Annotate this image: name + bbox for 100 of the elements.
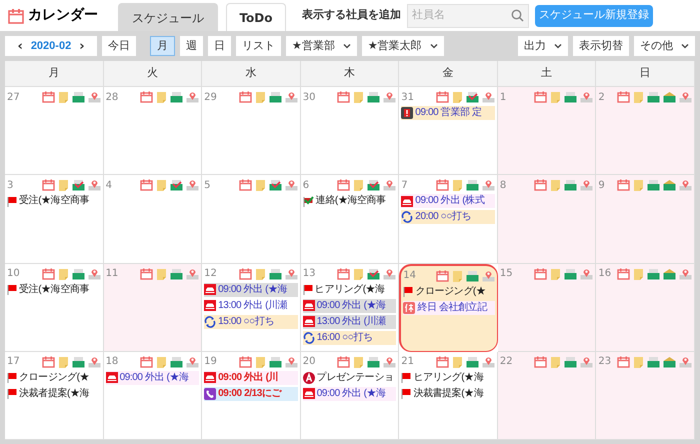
map-pin-icon[interactable] bbox=[284, 268, 298, 280]
envelope-icon[interactable] bbox=[662, 91, 676, 103]
memo-icon[interactable] bbox=[58, 268, 69, 280]
day-cell[interactable]: 14 クロージング(★ 終日 会社創立記 bbox=[399, 264, 498, 352]
map-pin-icon[interactable] bbox=[678, 356, 692, 368]
day-cell[interactable]: 20 プレゼンテーショ 09:00 外出 (★海 bbox=[300, 352, 400, 440]
envelope-icon[interactable] bbox=[646, 356, 660, 368]
map-pin-icon[interactable] bbox=[88, 91, 101, 103]
map-pin-icon[interactable] bbox=[186, 179, 200, 192]
envelope-check-icon[interactable] bbox=[367, 179, 380, 192]
map-pin-icon[interactable] bbox=[482, 179, 495, 192]
map-pin-icon[interactable] bbox=[678, 268, 692, 280]
envelope-icon[interactable] bbox=[170, 356, 184, 368]
map-pin-icon[interactable] bbox=[580, 179, 594, 192]
calendar-event[interactable]: 13:00 外出 (川瀬 bbox=[302, 314, 396, 328]
day-cell[interactable]: 17 クロージング(★ 決裁者提案(★海 bbox=[5, 352, 104, 440]
map-pin-icon[interactable] bbox=[88, 356, 101, 368]
view-tab[interactable]: 週 bbox=[180, 36, 203, 56]
map-pin-icon[interactable] bbox=[580, 356, 594, 368]
filter-dropdown[interactable]: ★営業部 bbox=[286, 36, 357, 56]
day-cell[interactable]: 31 09:00 営業部 定 bbox=[399, 87, 498, 176]
calendar-event[interactable]: 09:00 外出 (★海 bbox=[302, 298, 396, 312]
calendar-icon[interactable] bbox=[337, 268, 350, 280]
envelope-icon[interactable] bbox=[367, 356, 380, 368]
view-tab[interactable]: 日 bbox=[208, 36, 231, 56]
calendar-icon[interactable] bbox=[140, 179, 154, 192]
calendar-icon[interactable] bbox=[140, 268, 154, 280]
calendar-event[interactable]: 終日 会社創立記 bbox=[403, 300, 495, 314]
envelope-icon[interactable] bbox=[662, 268, 676, 280]
memo-icon[interactable] bbox=[254, 91, 266, 103]
calendar-icon[interactable] bbox=[337, 179, 350, 192]
day-cell[interactable]: 7 09:00 外出 (株式 20:00 ○○打ち bbox=[399, 175, 498, 264]
day-cell[interactable]: 6 連絡(★海空商事 bbox=[300, 175, 400, 264]
envelope-icon[interactable] bbox=[72, 268, 85, 280]
day-cell[interactable]: 13 ヒアリング(★海 09:00 外出 (★海 13:00 外出 (川瀬 16:00 ○○打ち bbox=[300, 264, 400, 352]
calendar-event[interactable]: 09:00 外出 (★海 bbox=[106, 370, 200, 385]
envelope-icon[interactable] bbox=[564, 179, 578, 192]
calendar-icon[interactable] bbox=[534, 268, 548, 280]
day-cell[interactable]: 21 ヒアリング(★海 決裁書提案(★海 bbox=[399, 352, 498, 440]
day-cell[interactable]: 19 09:00 外出 (川 09:00 2/13にご bbox=[202, 352, 301, 440]
calendar-icon[interactable] bbox=[436, 91, 449, 103]
envelope-icon[interactable] bbox=[268, 91, 282, 103]
calendar-icon[interactable] bbox=[616, 356, 630, 368]
next-month-button[interactable]: › bbox=[79, 40, 85, 52]
map-pin-icon[interactable] bbox=[383, 268, 396, 280]
envelope-icon[interactable] bbox=[466, 270, 479, 282]
calendar-icon[interactable] bbox=[238, 356, 252, 368]
envelope-icon[interactable] bbox=[646, 268, 660, 280]
map-pin-icon[interactable] bbox=[383, 179, 396, 192]
memo-icon[interactable] bbox=[58, 356, 69, 368]
memo-icon[interactable] bbox=[58, 91, 69, 103]
day-cell[interactable]: 18 09:00 外出 (★海 bbox=[104, 352, 202, 440]
memo-icon[interactable] bbox=[550, 268, 562, 280]
calendar-icon[interactable] bbox=[436, 270, 449, 282]
envelope-check-icon[interactable] bbox=[72, 179, 85, 192]
memo-icon[interactable] bbox=[452, 270, 463, 282]
memo-icon[interactable] bbox=[550, 179, 562, 192]
day-cell[interactable]: 28 bbox=[104, 87, 202, 176]
memo-icon[interactable] bbox=[353, 179, 364, 192]
map-pin-icon[interactable] bbox=[580, 91, 594, 103]
envelope-icon[interactable] bbox=[564, 356, 578, 368]
map-pin-icon[interactable] bbox=[580, 268, 594, 280]
memo-icon[interactable] bbox=[254, 268, 266, 280]
view-tab[interactable]: リスト bbox=[236, 36, 281, 56]
memo-icon[interactable] bbox=[58, 179, 69, 192]
calendar-event[interactable]: 20:00 ○○打ち bbox=[401, 210, 495, 224]
memo-icon[interactable] bbox=[632, 356, 644, 368]
calendar-icon[interactable] bbox=[616, 91, 630, 103]
map-pin-icon[interactable] bbox=[482, 91, 495, 103]
memo-icon[interactable] bbox=[156, 91, 168, 103]
calendar-event[interactable]: 09:00 外出 (株式 bbox=[401, 194, 495, 208]
memo-icon[interactable] bbox=[353, 356, 364, 368]
day-cell[interactable]: 4 bbox=[104, 175, 202, 264]
map-pin-icon[interactable] bbox=[383, 356, 396, 368]
calendar-event[interactable]: 09:00 外出 (川 bbox=[204, 370, 298, 385]
calendar-icon[interactable] bbox=[140, 91, 154, 103]
calendar-event[interactable]: 09:00 2/13にご bbox=[204, 386, 298, 401]
day-cell[interactable]: 30 bbox=[300, 87, 400, 176]
envelope-icon[interactable] bbox=[564, 91, 578, 103]
calendar-icon[interactable] bbox=[534, 179, 548, 192]
memo-icon[interactable] bbox=[452, 91, 463, 103]
day-cell[interactable]: 10 受注(★海空商事 bbox=[5, 264, 104, 352]
envelope-icon[interactable] bbox=[72, 91, 85, 103]
map-pin-icon[interactable] bbox=[284, 91, 298, 103]
memo-icon[interactable] bbox=[156, 356, 168, 368]
map-pin-icon[interactable] bbox=[678, 179, 692, 192]
filter-dropdown[interactable]: ★営業太郎 bbox=[362, 36, 444, 56]
map-pin-icon[interactable] bbox=[186, 91, 200, 103]
envelope-check-icon[interactable] bbox=[367, 268, 380, 280]
day-cell[interactable]: 12 09:00 外出 (★海 13:00 外出 (川瀬 15:00 ○○打ち bbox=[202, 264, 301, 352]
memo-icon[interactable] bbox=[353, 91, 364, 103]
envelope-icon[interactable] bbox=[646, 179, 660, 192]
map-pin-icon[interactable] bbox=[284, 179, 298, 192]
envelope-icon[interactable] bbox=[466, 356, 479, 368]
day-cell[interactable]: 29 bbox=[202, 87, 301, 176]
calendar-icon[interactable] bbox=[42, 91, 55, 103]
tab[interactable]: スケジュール bbox=[118, 3, 218, 31]
memo-icon[interactable] bbox=[353, 268, 364, 280]
calendar-icon[interactable] bbox=[238, 91, 252, 103]
calendar-icon[interactable] bbox=[337, 356, 350, 368]
